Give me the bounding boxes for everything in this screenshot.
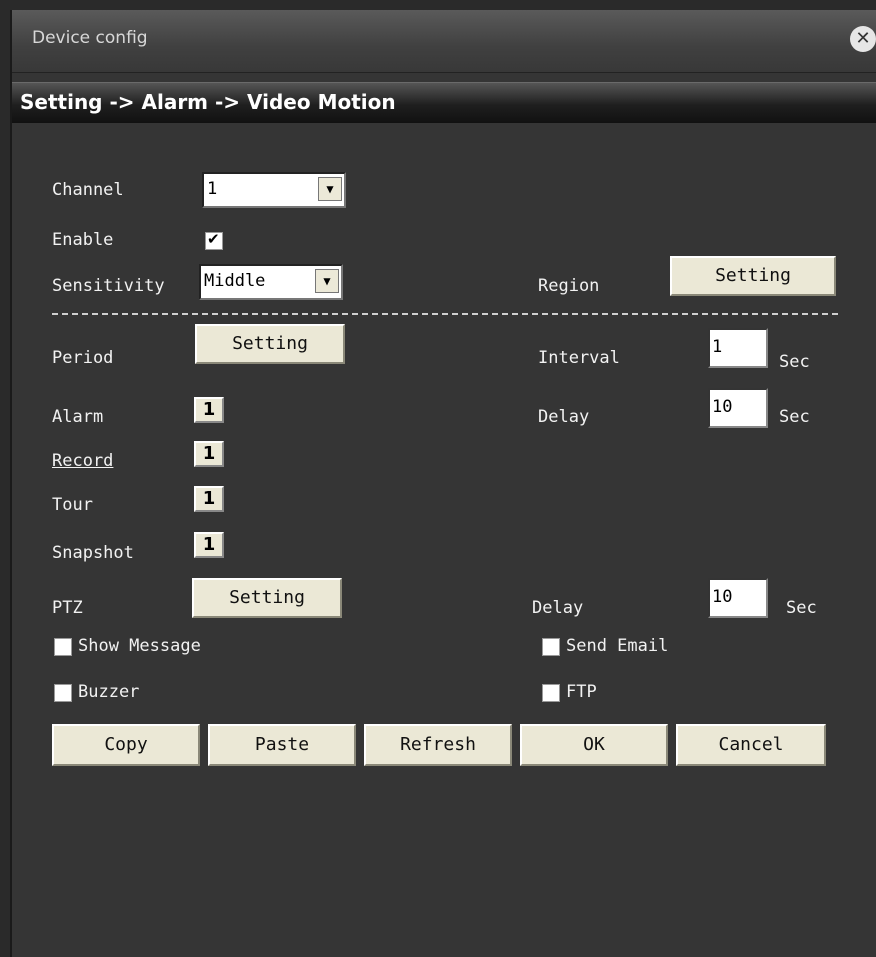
buzzer-checkbox[interactable] (54, 684, 72, 702)
channel-label: Channel (52, 180, 124, 200)
breadcrumb: Setting -> Alarm -> Video Motion (12, 82, 876, 123)
close-icon[interactable]: ✕ (850, 26, 876, 52)
snapshot-channel-box[interactable]: 1 (194, 532, 224, 558)
chevron-down-icon[interactable]: ▼ (318, 177, 342, 201)
ptz-delay-input[interactable]: 10 (708, 578, 768, 618)
ptz-label: PTZ (52, 598, 83, 618)
tour-channel-box[interactable]: 1 (194, 486, 224, 512)
sensitivity-select[interactable]: Middle ▼ (199, 264, 343, 300)
show-message-label: Show Message (78, 636, 201, 656)
interval-unit: Sec (779, 352, 810, 372)
show-message-checkbox[interactable] (54, 638, 72, 656)
ftp-label: FTP (566, 682, 597, 702)
period-setting-button[interactable]: Setting (195, 324, 345, 364)
window-title: Device config (32, 28, 148, 48)
cancel-button[interactable]: Cancel (676, 724, 826, 766)
snapshot-label: Snapshot (52, 543, 134, 563)
paste-button[interactable]: Paste (208, 724, 356, 766)
refresh-button[interactable]: Refresh (364, 724, 512, 766)
sensitivity-value: Middle (204, 271, 266, 291)
ptz-delay-unit: Sec (786, 598, 817, 618)
channel-select[interactable]: 1 ▼ (202, 172, 346, 208)
delay-label: Delay (538, 407, 590, 427)
copy-button[interactable]: Copy (52, 724, 200, 766)
region-setting-button[interactable]: Setting (670, 256, 836, 296)
record-channel-box[interactable]: 1 (194, 441, 224, 467)
alarm-channel-box[interactable]: 1 (194, 397, 224, 423)
tour-label: Tour (52, 495, 93, 515)
alarm-label: Alarm (52, 407, 104, 427)
ftp-checkbox[interactable] (542, 684, 560, 702)
record-label: Record (52, 451, 114, 471)
period-label: Period (52, 348, 114, 368)
ptz-delay-label: Delay (532, 598, 584, 618)
region-label: Region (538, 276, 600, 296)
enable-checkbox[interactable] (205, 230, 223, 250)
breadcrumb-text: Setting -> Alarm -> Video Motion (20, 90, 396, 114)
ok-button[interactable]: OK (520, 724, 668, 766)
interval-input[interactable]: 1 (708, 328, 768, 368)
divider (52, 313, 838, 315)
enable-label: Enable (52, 230, 114, 250)
ptz-setting-button[interactable]: Setting (192, 578, 342, 618)
interval-label: Interval (538, 348, 620, 368)
send-email-checkbox[interactable] (542, 638, 560, 656)
sensitivity-label: Sensitivity (52, 276, 165, 296)
channel-value: 1 (207, 179, 218, 199)
title-bar: Device config ✕ (12, 10, 876, 73)
delay-input[interactable]: 10 (708, 388, 768, 428)
chevron-down-icon[interactable]: ▼ (315, 269, 339, 293)
delay-unit: Sec (779, 407, 810, 427)
buzzer-label: Buzzer (78, 682, 140, 702)
device-config-window: Device config ✕ Setting -> Alarm -> Vide… (10, 10, 876, 957)
send-email-label: Send Email (566, 636, 669, 656)
